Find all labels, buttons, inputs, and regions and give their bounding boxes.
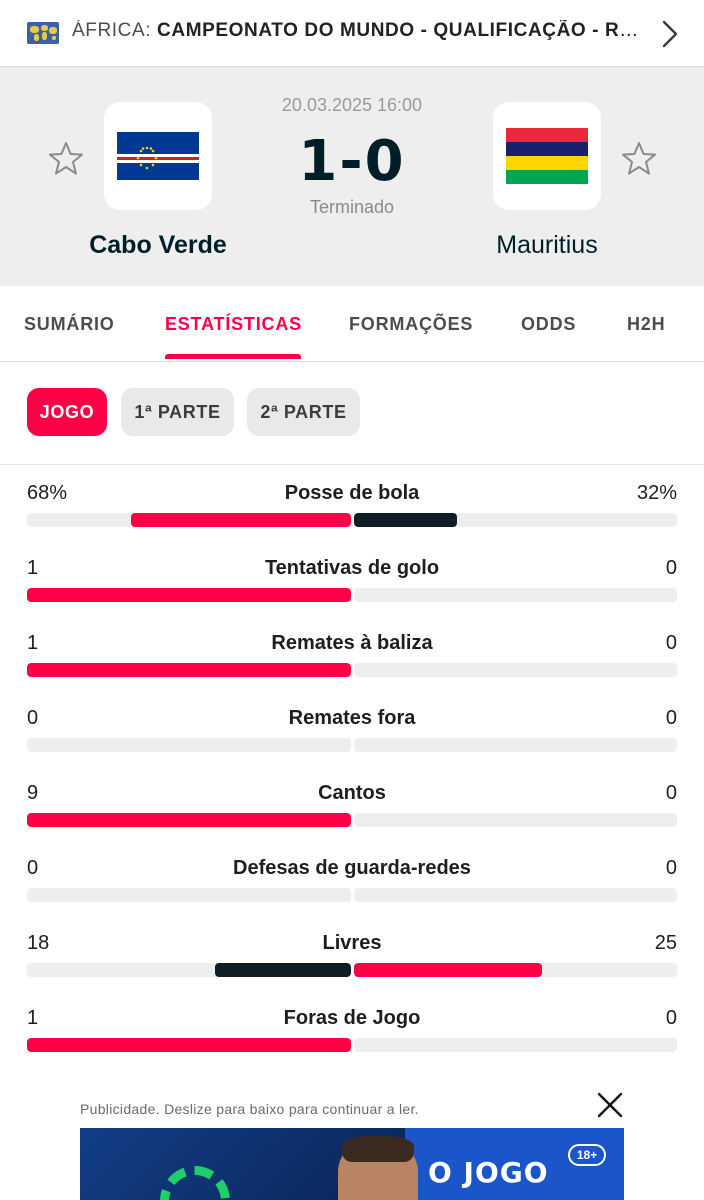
stat-home-value: 1 — [27, 1007, 39, 1029]
stat-away-bar-track — [354, 663, 677, 677]
tab-h2h[interactable]: H2H — [627, 314, 665, 335]
match-status: Terminado — [309, 197, 395, 217]
stat-home-value: 1 — [27, 557, 39, 579]
world-map-icon — [27, 22, 59, 44]
stat-row: 1 Tentativas de golo 0 — [0, 557, 704, 617]
league-title[interactable]: ÁFRICA: CAMPEONATO DO MUNDO - QUALIFICAÇ… — [72, 20, 647, 42]
stat-label: Tentativas de golo — [264, 557, 440, 579]
stat-home-bar-track — [27, 963, 351, 977]
stat-row: 0 Remates fora 0 — [0, 707, 704, 767]
stat-label: Remates à baliza — [271, 632, 433, 654]
stat-home-bar-track — [27, 513, 351, 527]
stat-away-value: 0 — [665, 782, 677, 804]
stat-away-bar-fill — [354, 513, 458, 527]
stat-home-value: 1 — [27, 632, 39, 654]
stat-away-bar-track — [354, 813, 677, 827]
stat-away-value: 0 — [665, 857, 677, 879]
stat-home-bar-fill — [27, 1038, 351, 1052]
match-date-time: 20.03.2025 16:00 — [281, 95, 423, 115]
tab-summary[interactable]: SUMÁRIO — [24, 314, 115, 335]
stat-row: 1 Remates à baliza 0 — [0, 632, 704, 692]
stat-home-bar-fill — [27, 588, 351, 602]
ad-banner[interactable]: O JOGO 18+ — [80, 1128, 624, 1200]
stat-away-bar-track — [354, 888, 677, 902]
stat-home-value: 9 — [27, 782, 39, 804]
age-restriction-badge: 18+ — [568, 1144, 606, 1166]
home-team-logo[interactable] — [104, 102, 212, 210]
away-team-name[interactable]: Mauritius — [437, 231, 657, 260]
ad-caption: Publicidade. Deslize para baixo para con… — [80, 1101, 419, 1117]
stat-away-value: 0 — [665, 557, 677, 579]
league-competition: CAMPEONATO DO MUNDO - QUALIFICAÇÃO - RON… — [157, 20, 647, 41]
stat-row: 1 Foras de Jogo 0 — [0, 1007, 704, 1067]
cabo-verde-flag — [117, 132, 199, 180]
stat-away-value: 0 — [665, 632, 677, 654]
period-first-half-button[interactable]: 1ª PARTE — [121, 388, 234, 436]
favorite-home-star-icon[interactable] — [47, 140, 85, 178]
chevron-right-icon[interactable] — [656, 18, 684, 50]
home-team-name[interactable]: Cabo Verde — [48, 231, 268, 260]
close-icon[interactable] — [595, 1090, 625, 1120]
period-full-match-button[interactable]: JOGO — [27, 388, 107, 436]
stat-row: 9 Cantos 0 — [0, 782, 704, 842]
league-header-bar[interactable]: ÁFRICA: CAMPEONATO DO MUNDO - QUALIFICAÇ… — [0, 0, 704, 67]
stat-home-value: 0 — [27, 857, 39, 879]
stat-label: Foras de Jogo — [283, 1007, 421, 1029]
stat-label: Livres — [322, 932, 382, 954]
stat-home-bar-track — [27, 588, 351, 602]
match-header: Cabo Verde 20.03.2025 16:00 1-0 Terminad… — [0, 67, 704, 286]
stat-home-bar-track — [27, 663, 351, 677]
tab-lineups[interactable]: FORMAÇÕES — [349, 314, 473, 335]
stat-away-value: 0 — [665, 707, 677, 729]
stat-away-bar-track — [354, 588, 677, 602]
ad-headline: O JOGO — [428, 1156, 549, 1189]
stat-home-value: 18 — [27, 932, 50, 954]
mauritius-flag — [506, 128, 588, 184]
stat-home-bar-fill — [27, 813, 351, 827]
stat-row: 18 Livres 25 — [0, 932, 704, 992]
period-second-half-button[interactable]: 2ª PARTE — [247, 388, 360, 436]
active-tab-indicator — [165, 354, 301, 359]
stat-home-value: 68% — [27, 482, 68, 504]
tab-odds[interactable]: ODDS — [521, 314, 576, 335]
away-team-logo[interactable] — [493, 102, 601, 210]
stat-away-value: 0 — [665, 1007, 677, 1029]
stat-label: Defesas de guarda-redes — [233, 857, 471, 879]
tab-statistics[interactable]: ESTATÍSTICAS — [165, 314, 302, 335]
stat-row: 68% Posse de bola 32% — [0, 482, 704, 542]
stat-away-bar-track — [354, 963, 677, 977]
stat-home-bar-track — [27, 738, 351, 752]
match-tabs: SUMÁRIO ESTATÍSTICAS FORMAÇÕES ODDS H2H — [0, 286, 704, 362]
stat-home-bar-fill — [215, 963, 351, 977]
divider — [0, 464, 704, 465]
stat-away-value: 32% — [636, 482, 677, 504]
stat-away-bar-track — [354, 738, 677, 752]
stat-away-bar-fill — [354, 963, 542, 977]
stat-row: 0 Defesas de guarda-redes 0 — [0, 857, 704, 917]
stat-home-bar-fill — [130, 513, 351, 527]
stat-home-bar-track — [27, 813, 351, 827]
stat-label: Cantos — [318, 782, 386, 804]
stat-away-value: 25 — [654, 932, 677, 954]
stat-home-bar-track — [27, 888, 351, 902]
stat-label: Remates fora — [288, 707, 416, 729]
league-region: ÁFRICA: — [72, 20, 152, 41]
ad-player-hair — [342, 1136, 414, 1162]
stat-away-bar-track — [354, 1038, 677, 1052]
match-score: 1-0 — [298, 129, 406, 194]
stat-away-bar-track — [354, 513, 677, 527]
stat-home-bar-track — [27, 1038, 351, 1052]
stat-home-value: 0 — [27, 707, 39, 729]
stat-label: Posse de bola — [284, 482, 420, 504]
stat-home-bar-fill — [27, 663, 351, 677]
favorite-away-star-icon[interactable] — [620, 140, 658, 178]
